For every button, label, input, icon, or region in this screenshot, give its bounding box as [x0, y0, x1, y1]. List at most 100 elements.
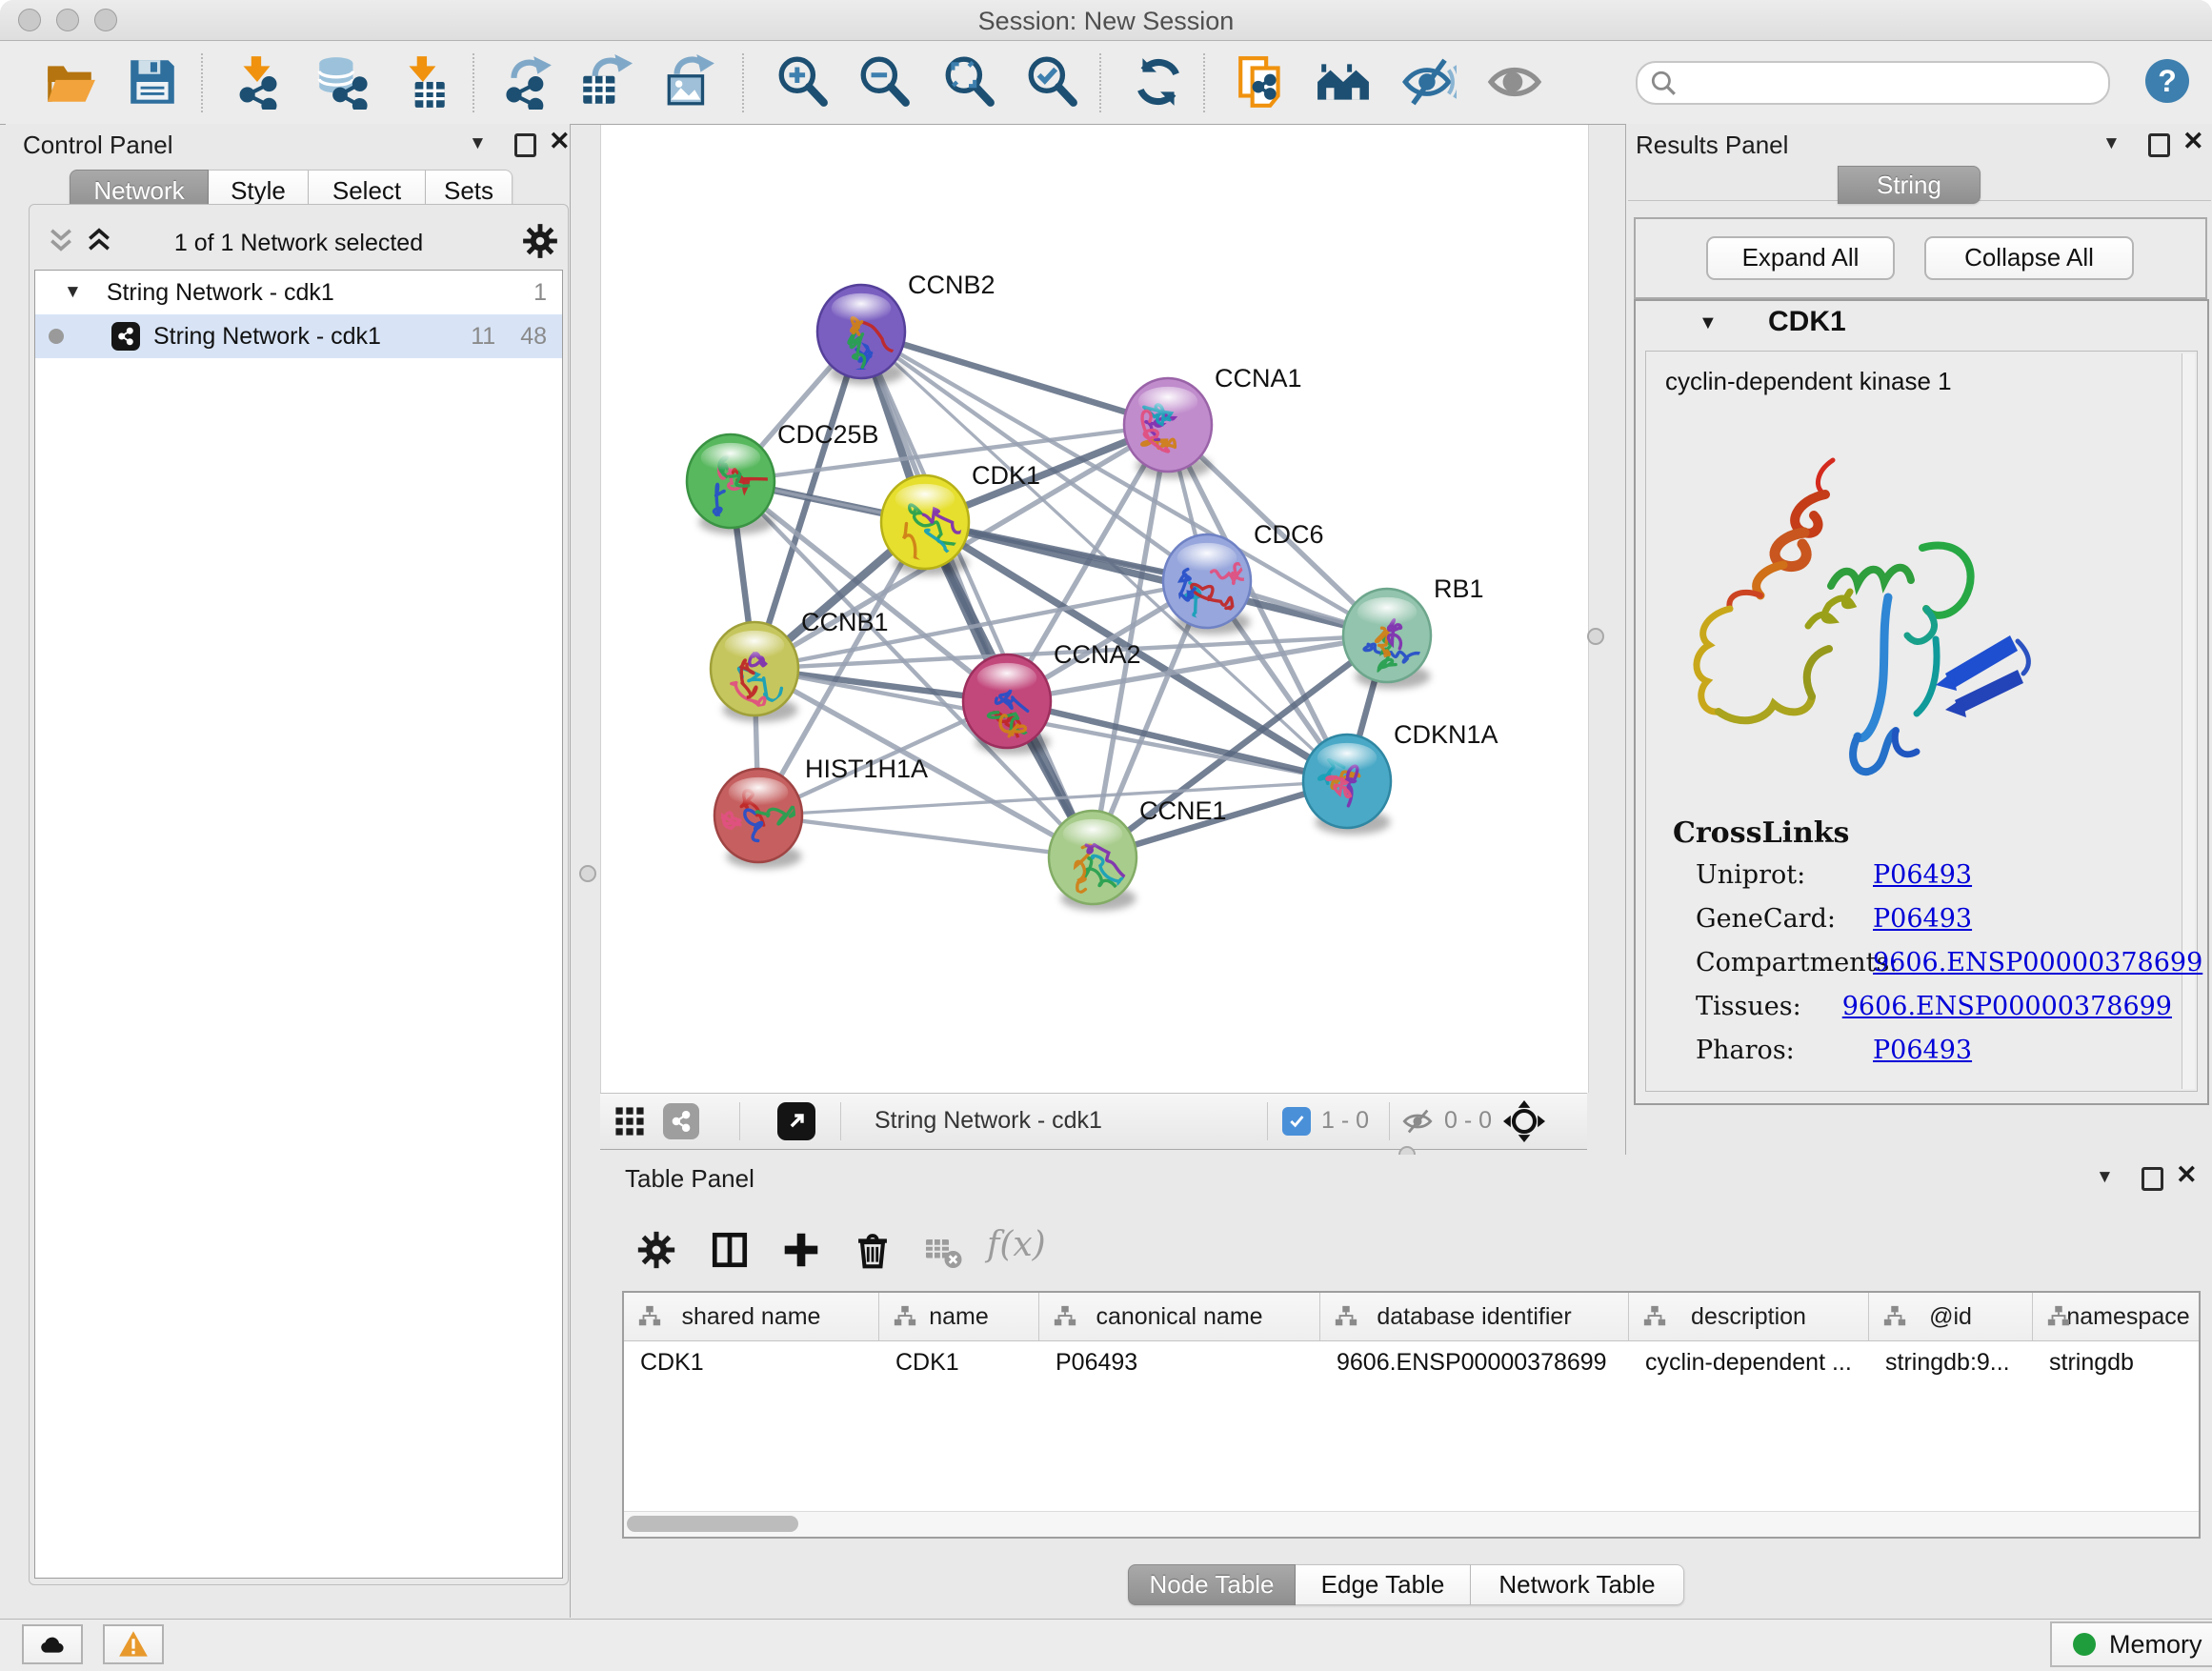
table-header-row: shared name name canonical name database… [624, 1293, 2199, 1341]
results-panel-float-icon[interactable] [2148, 133, 2170, 157]
network-edge[interactable] [758, 815, 1093, 857]
network-view-title: String Network - cdk1 [875, 1107, 1102, 1135]
export-image-button[interactable] [661, 54, 716, 110]
table-panel-float-icon[interactable] [2142, 1167, 2163, 1191]
network-node-rb1[interactable]: RB1 [1343, 574, 1484, 689]
protein-section-caret-icon[interactable]: ▼ [1699, 312, 1718, 334]
table-horizontal-scrollbar[interactable] [624, 1511, 2199, 1537]
zoom-fit-button[interactable] [941, 54, 996, 110]
network-node-cdc25b[interactable]: CDC25B [687, 420, 879, 534]
database-icon [312, 54, 368, 110]
table-panel-menu-caret-icon[interactable]: ▼ [2096, 1167, 2114, 1188]
results-panel-menu-caret-icon[interactable]: ▼ [2102, 133, 2121, 154]
column-header-namespace[interactable]: namespace [2033, 1293, 2199, 1340]
hide-selected-button[interactable] [1401, 54, 1457, 110]
birds-eye-crosshair-icon[interactable] [1503, 1100, 1545, 1142]
import-network-button[interactable] [230, 54, 285, 110]
right-splitter-handle[interactable] [1587, 628, 1604, 645]
network-node-cdk1[interactable]: CDK1 [881, 461, 1040, 582]
crosslink-link[interactable]: P06493 [1873, 1036, 1972, 1079]
collection-caret-icon[interactable]: ▼ [64, 282, 82, 303]
crosslink-link[interactable]: 9606.ENSP00000378699 [1842, 992, 2172, 1036]
zoom-selected-button[interactable] [1024, 54, 1079, 110]
search-icon [1649, 70, 1678, 98]
app-store-status-button[interactable] [22, 1624, 83, 1664]
column-header-id[interactable]: @id [1869, 1293, 2033, 1340]
save-session-button[interactable] [125, 54, 180, 110]
control-panel-float-icon[interactable] [514, 133, 536, 157]
zoom-fit-icon [941, 54, 996, 110]
protein-section: ▼ CDK1 cyclin-dependent kinase 1 [1634, 299, 2209, 1105]
network-edge[interactable] [861, 332, 1168, 425]
crosslinks-title: CrossLinks [1673, 816, 1849, 850]
zoom-in-button[interactable] [774, 54, 830, 110]
table-options-gear-icon[interactable] [635, 1229, 677, 1271]
delete-column-trash-icon[interactable] [852, 1229, 894, 1271]
column-header-description[interactable]: description [1629, 1293, 1869, 1340]
crosslink-link[interactable]: P06493 [1873, 860, 1972, 904]
collection-name: String Network - cdk1 [107, 279, 334, 307]
network-overview-icon[interactable] [663, 1103, 699, 1139]
control-panel-close-icon[interactable]: ✕ [549, 127, 571, 156]
crosslink-link[interactable]: 9606.ENSP00000378699 [1873, 948, 2202, 992]
scrollbar-thumb[interactable] [627, 1516, 798, 1532]
selected-nodes-checkbox-icon[interactable] [1282, 1107, 1311, 1136]
memory-button[interactable]: Memory [2050, 1621, 2212, 1667]
add-column-icon[interactable] [780, 1229, 822, 1271]
export-table-button[interactable] [577, 54, 633, 110]
network-from-clipboard-button[interactable] [1235, 54, 1290, 110]
column-type-icon [2046, 1304, 2071, 1329]
window-title: Session: New Session [0, 7, 2212, 36]
function-builder-icon-disabled[interactable]: f(x) [987, 1225, 1046, 1264]
import-table-button[interactable] [397, 54, 452, 110]
network-node-ccne1[interactable]: CCNE1 [1049, 796, 1227, 911]
network-node-ccnb2[interactable]: CCNB2 [817, 271, 995, 385]
apply-layout-button[interactable] [1131, 54, 1186, 110]
tab-network-table[interactable]: Network Table [1471, 1564, 1684, 1605]
delete-table-icon-disabled[interactable] [923, 1231, 963, 1271]
network-options-gear-icon[interactable] [521, 222, 559, 260]
network-canvas[interactable]: CCNB2CCNA1CDC25BCDK1CDC6RB1CCNB1CCNA2CDK… [600, 125, 1589, 1093]
column-header-canonical-name[interactable]: canonical name [1039, 1293, 1320, 1340]
show-all-button[interactable] [1487, 54, 1542, 110]
cell-namespace: stringdb [2033, 1341, 2199, 1383]
search-input[interactable] [1636, 61, 2110, 105]
show-columns-icon[interactable] [709, 1229, 751, 1271]
cell-id: stringdb:9... [1869, 1341, 2033, 1383]
expand-all-button[interactable]: Expand All [1706, 236, 1895, 280]
left-splitter-handle[interactable] [579, 865, 596, 882]
warnings-status-button[interactable] [103, 1624, 164, 1664]
open-file-button[interactable] [42, 54, 97, 110]
tab-string[interactable]: String [1838, 166, 1981, 204]
network-tab-content: 1 of 1 Network selected [29, 204, 569, 1585]
detach-view-icon[interactable] [777, 1102, 815, 1140]
tab-edge-table[interactable]: Edge Table [1296, 1564, 1471, 1605]
network-collection-row[interactable]: ▼ String Network - cdk1 1 [35, 271, 562, 314]
network-graph: CCNB2CCNA1CDC25BCDK1CDC6RB1CCNB1CCNA2CDK… [601, 125, 1588, 1093]
network-node-ccna1[interactable]: CCNA1 [1124, 364, 1302, 478]
import-network-from-database-button[interactable] [312, 54, 368, 110]
table-row[interactable]: CDK1 CDK1 P06493 9606.ENSP00000378699 cy… [624, 1341, 2199, 1383]
column-header-name[interactable]: name [879, 1293, 1039, 1340]
control-panel-menu-caret-icon[interactable]: ▼ [469, 133, 487, 154]
open-session-home-button[interactable] [1316, 54, 1371, 110]
tab-node-table[interactable]: Node Table [1128, 1564, 1296, 1605]
help-button[interactable]: ? [2145, 59, 2189, 103]
column-header-shared-name[interactable]: shared name [624, 1293, 879, 1340]
network-node-cdkn1a[interactable]: CDKN1A [1303, 720, 1498, 835]
column-header-database-identifier[interactable]: database identifier [1320, 1293, 1629, 1340]
collapse-all-button[interactable]: Collapse All [1924, 236, 2134, 280]
hidden-eye-icon[interactable] [1402, 1106, 1433, 1137]
export-network-button[interactable] [500, 54, 555, 110]
results-panel-close-icon[interactable]: ✕ [2182, 127, 2204, 156]
node-label-ccnb1: CCNB1 [801, 608, 889, 636]
table-panel-close-icon[interactable]: ✕ [2176, 1160, 2198, 1190]
selected-node-edge-count: 1 - 0 [1321, 1107, 1369, 1135]
network-row-selected[interactable]: String Network - cdk1 11 48 [35, 314, 562, 358]
node-label-ccne1: CCNE1 [1139, 796, 1227, 825]
zoom-out-button[interactable] [856, 54, 912, 110]
grid-view-icon[interactable] [613, 1105, 646, 1137]
crosslink-row: Tissues: 9606.ENSP00000378699 [1696, 992, 2172, 1036]
crosslink-link[interactable]: P06493 [1873, 904, 1972, 948]
network-edge[interactable] [1007, 701, 1347, 781]
